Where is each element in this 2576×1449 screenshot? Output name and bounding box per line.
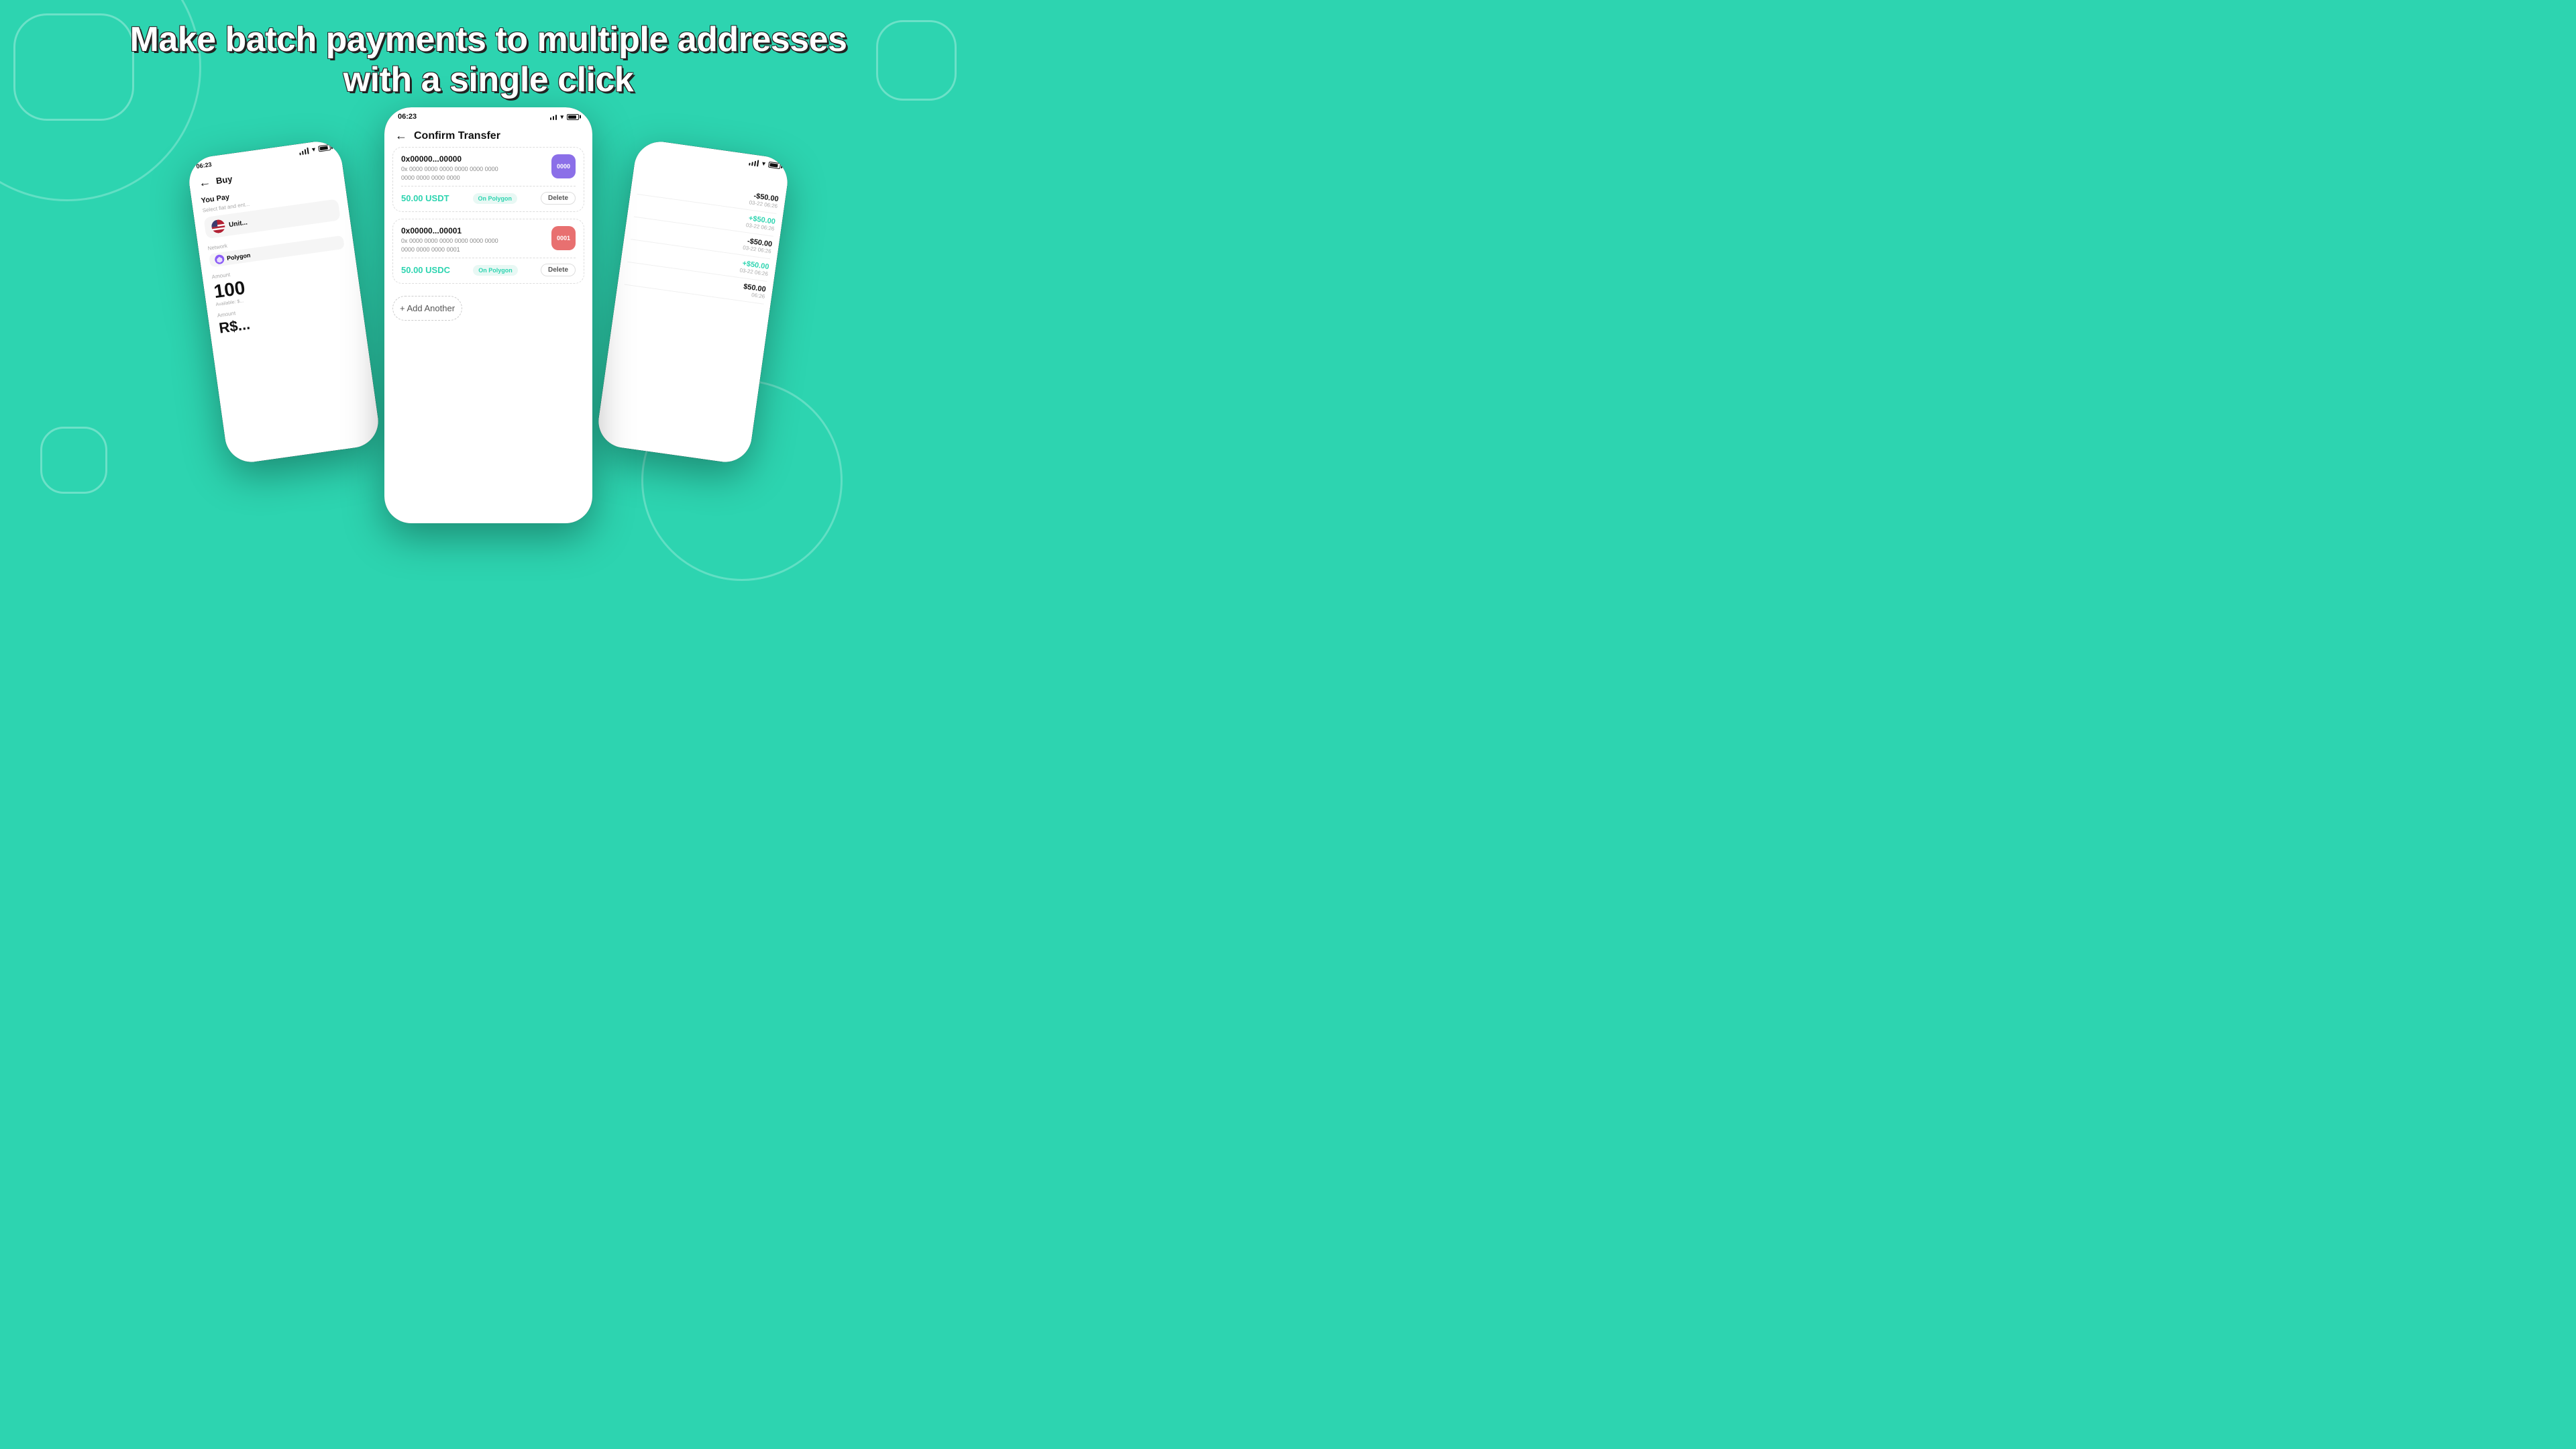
buy-back-button[interactable]: ← xyxy=(198,175,212,191)
address-info-1: 0x00000...00001 0x 0000 0000 0000 0000 0… xyxy=(401,226,546,254)
tx-amount-col-4: $50.00 06:26 xyxy=(742,282,766,299)
right-battery xyxy=(768,162,781,169)
transfer-item-0: 0x00000...00000 0x 0000 0000 0000 0000 0… xyxy=(392,147,584,212)
amount-label-1: 50.00 USDC xyxy=(401,265,450,275)
page-headline: Make batch payments to multiple addresse… xyxy=(0,20,977,101)
center-signal xyxy=(550,113,557,120)
transfer-item-1: 0x00000...00001 0x 0000 0000 0000 0000 0… xyxy=(392,219,584,284)
polygon-name: Polygon xyxy=(226,252,251,262)
address-short-1: 0x00000...00001 xyxy=(401,226,546,235)
network-badge-1: On Polygon xyxy=(473,265,518,276)
tx-amount-col-1: +$50.00 03-22 06:26 xyxy=(745,214,775,232)
phone-center-screen: 06:23 ▾ ← Confirm Transfer xyxy=(384,107,592,523)
headline-line2: with a single click xyxy=(343,60,634,99)
address-short-0: 0x00000...00000 xyxy=(401,154,546,164)
headline-line1: Make batch payments to multiple addresse… xyxy=(130,20,847,59)
center-wifi-icon: ▾ xyxy=(560,113,564,121)
left-battery xyxy=(318,144,331,152)
phone-left: 06:23 ▾ ← Buy You Pay Select fiat and en xyxy=(186,138,382,466)
center-status-icons: ▾ xyxy=(550,113,579,121)
amount-label-0: 50.00 USDT xyxy=(401,193,449,203)
bg-decor-rect-3 xyxy=(40,427,107,494)
address-info-0: 0x00000...00000 0x 0000 0000 0000 0000 0… xyxy=(401,154,546,182)
phone-left-screen: 06:23 ▾ ← Buy You Pay Select fiat and en xyxy=(186,138,382,466)
transfer-item-0-header: 0x00000...00000 0x 0000 0000 0000 0000 0… xyxy=(401,154,576,182)
network-label: Network xyxy=(207,243,227,252)
confirm-back-button[interactable]: ← xyxy=(395,129,407,143)
phone-center: 06:23 ▾ ← Confirm Transfer xyxy=(384,107,592,523)
left-signal xyxy=(299,147,309,155)
address-full-0: 0x 0000 0000 0000 0000 0000 00000000 000… xyxy=(401,165,546,182)
tx-amount-col-3: +$50.00 03-22 06:26 xyxy=(739,259,769,277)
delete-button-0[interactable]: Delete xyxy=(541,192,576,205)
phone-right-screen: ▾ -$50.00 03-22 06:26 +$50.00 03- xyxy=(595,138,791,466)
transfer-item-0-footer: 50.00 USDT On Polygon Delete xyxy=(401,192,576,205)
left-wifi-icon: ▾ xyxy=(312,146,316,154)
phone-right: ▾ -$50.00 03-22 06:26 +$50.00 03- xyxy=(595,138,791,466)
confirm-title: Confirm Transfer xyxy=(414,130,500,142)
transaction-list: -$50.00 03-22 06:26 +$50.00 03-22 06:26 … xyxy=(618,151,790,305)
center-status-bar: 06:23 ▾ xyxy=(384,107,592,123)
right-signal xyxy=(749,158,759,166)
avatar-0: 0000 xyxy=(551,154,576,178)
center-time: 06:23 xyxy=(398,113,417,121)
left-time: 06:23 xyxy=(196,161,212,170)
right-wifi-icon: ▾ xyxy=(761,160,765,168)
delete-button-1[interactable]: Delete xyxy=(541,264,576,276)
phones-container: 06:23 ▾ ← Buy You Pay Select fiat and en xyxy=(186,107,790,543)
buy-title: Buy xyxy=(215,174,233,186)
us-flag xyxy=(211,219,226,234)
avatar-1: 0001 xyxy=(551,226,576,250)
tx-amount-col-2: -$50.00 03-22 06:26 xyxy=(743,237,773,255)
polygon-icon xyxy=(214,254,225,265)
currency-code: Unit... xyxy=(228,219,248,229)
confirm-header: ← Confirm Transfer xyxy=(384,123,592,147)
address-full-1: 0x 0000 0000 0000 0000 0000 00000000 000… xyxy=(401,237,546,254)
transfer-item-1-header: 0x00000...00001 0x 0000 0000 0000 0000 0… xyxy=(401,226,576,254)
tx-amount-col-0: -$50.00 03-22 06:26 xyxy=(749,191,779,209)
center-battery xyxy=(567,114,579,120)
network-badge-0: On Polygon xyxy=(473,193,518,204)
transfer-item-1-footer: 50.00 USDC On Polygon Delete xyxy=(401,264,576,276)
transfer-list: 0x00000...00000 0x 0000 0000 0000 0000 0… xyxy=(384,147,592,290)
add-another-button[interactable]: + Add Another xyxy=(392,296,462,321)
